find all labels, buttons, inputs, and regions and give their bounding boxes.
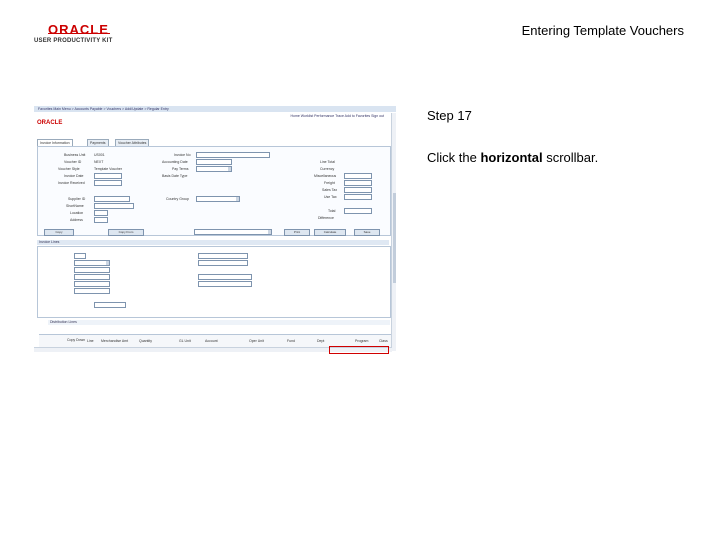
horizontal-scrollbar-highlight <box>329 346 389 354</box>
description-field[interactable] <box>198 274 252 280</box>
vertical-scrollbar-thumb[interactable] <box>392 193 396 283</box>
instruction-bold: horizontal <box>480 150 543 165</box>
instruction-post: scrollbar. <box>542 150 599 165</box>
grid-col: Dept <box>317 339 325 343</box>
distribute-by-select[interactable] <box>74 260 110 266</box>
field-label: Country Group <box>166 197 189 201</box>
invoice-header-panel: Business Unit Voucher ID Voucher Style I… <box>37 146 391 236</box>
voucher-tabs: Invoice Information Payments Voucher Att… <box>37 139 182 148</box>
location-field[interactable] <box>94 210 108 216</box>
field-label: Total <box>328 209 336 213</box>
field-label: Voucher ID <box>64 160 82 164</box>
invoice-received-field[interactable] <box>94 180 122 186</box>
invoice-date-field[interactable] <box>94 173 122 179</box>
uom-field[interactable] <box>74 281 110 287</box>
line-field[interactable] <box>74 253 86 259</box>
invoice-lines-header: Invoice Lines <box>37 240 389 245</box>
field-label: Sales Tax <box>322 188 338 192</box>
field-value: US001 <box>94 153 105 157</box>
field-label: Difference <box>318 216 334 220</box>
step-instruction: Click the horizontal scrollbar. <box>427 150 598 165</box>
sut-field[interactable] <box>198 260 248 266</box>
field-label: Invoice No <box>174 153 191 157</box>
field-label: Invoice Date <box>64 174 84 178</box>
grid-col: Fund <box>287 339 295 343</box>
grid-col: GL Unit <box>179 339 191 343</box>
logo-underline <box>48 33 110 34</box>
field-value: Template Voucher <box>94 167 123 171</box>
menu-bar: Favorites Main Menu > Accounts Payable >… <box>34 106 396 112</box>
application-screenshot: Favorites Main Menu > Accounts Payable >… <box>34 106 396 354</box>
field-label: Miscellaneous <box>314 174 337 178</box>
field-label: Business Unit <box>64 153 86 157</box>
calculate-button[interactable]: Calculate <box>314 229 346 236</box>
action-select[interactable] <box>194 229 272 235</box>
grid-col: Line <box>87 339 94 343</box>
invoice-lines-panel <box>37 246 391 318</box>
address-field[interactable] <box>94 217 108 223</box>
field-label: Currency <box>320 167 335 171</box>
field-label: Freight <box>324 181 335 185</box>
distribution-lines-header: Distribution Lines <box>48 320 390 325</box>
field-label: Supplier ID <box>68 197 86 201</box>
total-field[interactable] <box>344 208 372 214</box>
ship-to-field[interactable] <box>198 253 248 259</box>
shortname-field[interactable] <box>94 203 134 209</box>
field-label: Pay Terms <box>172 167 189 171</box>
misc-field[interactable] <box>344 173 372 179</box>
instruction-pre: Click the <box>427 150 481 165</box>
grid-col: Copy Down <box>67 338 86 342</box>
sales-tax-field[interactable] <box>344 187 372 193</box>
header-links[interactable]: Home Worklist Performance Trace Add to F… <box>290 114 384 118</box>
grid-col: Account <box>205 339 218 343</box>
field-label: Invoice Received <box>58 181 85 185</box>
field-label: ShortName <box>66 204 84 208</box>
grid-col: Oper Unit <box>249 339 264 343</box>
country-group-select[interactable] <box>196 196 240 202</box>
pay-terms-field[interactable] <box>196 166 232 172</box>
oracle-upk-logo: ORACLE USER PRODUCTIVITY KIT <box>34 22 124 48</box>
field-label: Voucher Style <box>58 167 80 171</box>
quantity-field[interactable] <box>74 274 110 280</box>
field-label: Line Total <box>320 160 335 164</box>
step-label: Step 17 <box>427 108 472 123</box>
unit-price-field[interactable] <box>74 288 110 294</box>
field-label: Accounting Date <box>162 160 188 164</box>
freight-field[interactable] <box>344 180 372 186</box>
copy-button[interactable]: Copy <box>44 229 74 236</box>
invoice-no-field[interactable] <box>196 152 270 158</box>
supplier-id-field[interactable] <box>94 196 130 202</box>
page-title: Entering Template Vouchers <box>521 23 684 38</box>
grid-col: Merchandise Amt <box>101 339 129 343</box>
field-label: Address <box>70 218 83 222</box>
accounting-date-field[interactable] <box>196 159 232 165</box>
logo-subtitle: USER PRODUCTIVITY KIT <box>34 38 113 44</box>
breadcrumb[interactable]: Favorites Main Menu > Accounts Payable >… <box>38 107 169 111</box>
packing-slip-field[interactable] <box>198 281 252 287</box>
print-button[interactable]: Print <box>284 229 310 236</box>
copy-from-button[interactable]: Copy From <box>108 229 144 236</box>
grid-col: Class <box>379 339 388 343</box>
app-oracle-logo: ORACLE <box>37 120 63 126</box>
field-value: NEXT <box>94 160 104 164</box>
field-label: Location <box>70 211 84 215</box>
vertical-scrollbar[interactable] <box>391 113 396 351</box>
save-button[interactable]: Save <box>354 229 380 236</box>
grid-col: Program <box>355 339 369 343</box>
use-tax-field[interactable] <box>344 194 372 200</box>
field-label: Use Tax <box>324 195 337 199</box>
logo-brand: ORACLE <box>48 22 109 37</box>
grid-col: Quantity <box>139 339 153 343</box>
item-field[interactable] <box>74 267 110 273</box>
field-label: Basis Date Type <box>162 174 188 178</box>
line-amount-field[interactable] <box>94 302 126 308</box>
